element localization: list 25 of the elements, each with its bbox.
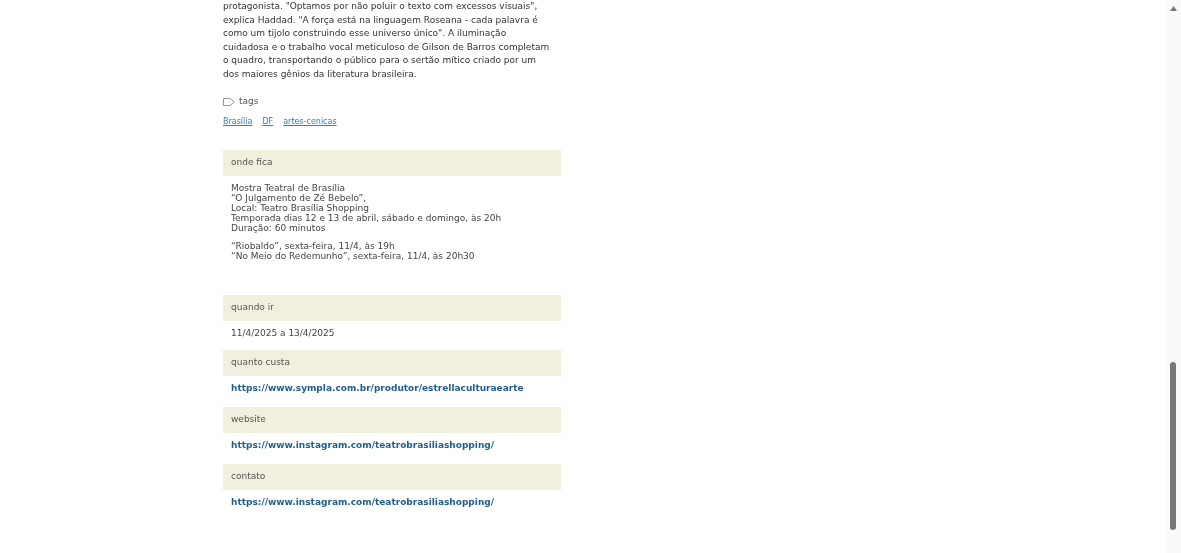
scrollbar-thumb[interactable] (1170, 362, 1176, 530)
tag-link[interactable]: DF (262, 115, 274, 128)
section-header: quando ir (223, 294, 561, 321)
tags-label: tags (239, 95, 259, 108)
info-line: Temporada dias 12 e 13 de abril, sábado e domingo, às 20h (231, 212, 503, 223)
section-header: quanto custa (223, 349, 561, 376)
scrollbar[interactable] (1166, 0, 1181, 553)
info-line: Duração: 60 minutos (231, 222, 327, 233)
tag-icon (223, 97, 235, 106)
info-line: “No Meio do Redemunho”, sexta-feira, 11/4, às 20h30 (231, 250, 476, 261)
info-line: “Riobaldo”, sexta-feira, 11/4, às 19h (231, 240, 396, 251)
section-header: contato (223, 463, 561, 490)
section-header: onde fica (223, 149, 561, 176)
info-line: “O Julgamento de Zé Bebelo”, (231, 192, 368, 203)
tag-link[interactable]: artes-cenicas (283, 115, 337, 128)
article-paragraph: protagonista. "Optamos por não poluir o texto com excessos visuais", explica Haddad. "A força está na linguagem Roseana - cada palavra é como um tijolo construindo esse universo único". A iluminação cuidadosa e o trabalho vocal meticuloso de Gilson de Barros completam o quadro, transportando o público para o sertão mítico criado por um dos maiores gênios da literatura brasileira. (223, 0, 551, 81)
info-line: Mostra Teatral de Brasília (231, 182, 346, 193)
section-link[interactable]: https://www.instagram.com/teatrobrasiliashopping/ (223, 438, 561, 452)
section-link[interactable]: https://www.instagram.com/teatrobrasiliashopping/ (223, 495, 561, 509)
section-link[interactable]: https://www.sympla.com.br/produtor/estrellaculturaearte (223, 381, 561, 395)
info-line: Local: Teatro Brasília Shopping (231, 202, 369, 213)
section-header: website (223, 406, 561, 433)
scroll-up-icon[interactable] (1170, 6, 1177, 11)
tag-link[interactable]: Brasília (223, 115, 253, 128)
info-line: 11/4/2025 a 13/4/2025 (231, 327, 336, 338)
